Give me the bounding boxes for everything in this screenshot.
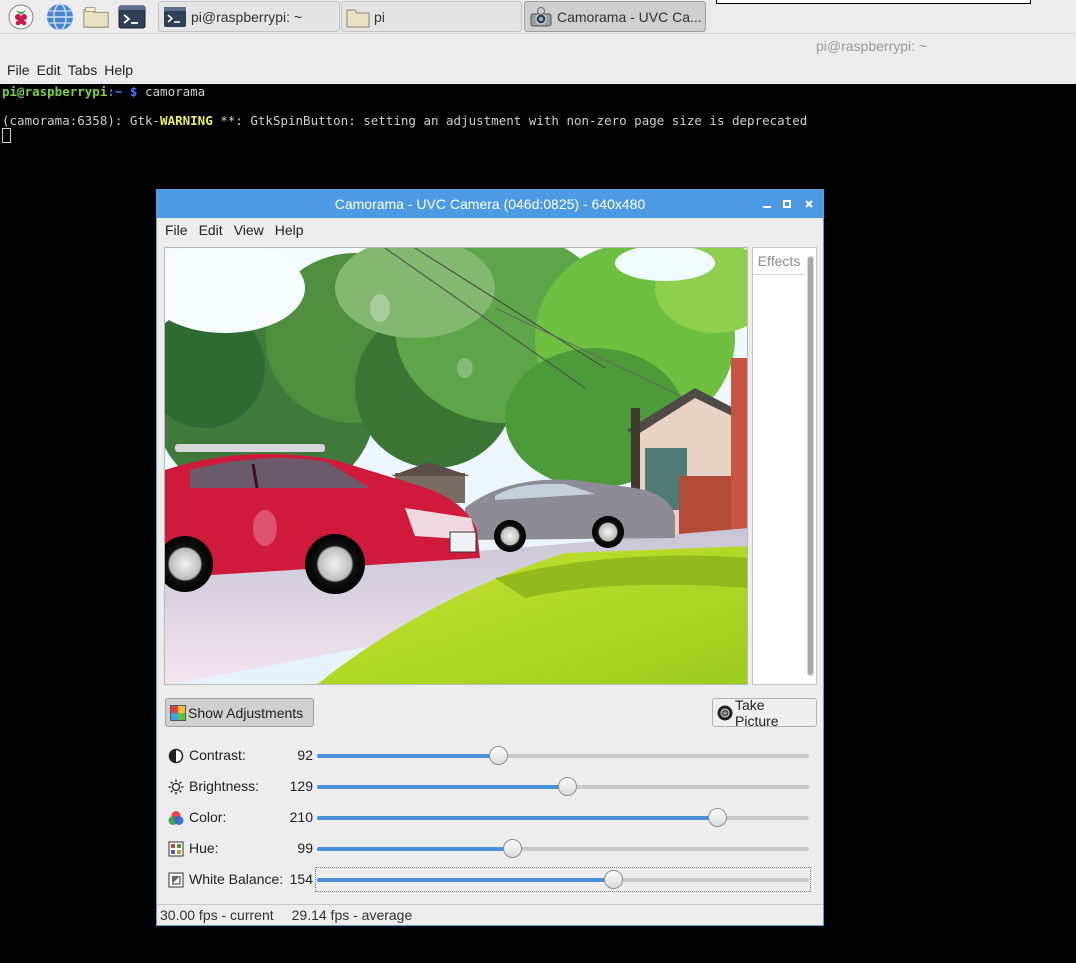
contrast-slider[interactable] [317, 746, 809, 765]
white-balance-slider-knob[interactable] [604, 870, 623, 889]
maximize-icon[interactable] [777, 190, 797, 218]
color-wheel-icon [168, 811, 184, 825]
contrast-icon [168, 748, 184, 764]
fps-average: 29.14 fps - average [291, 907, 413, 923]
warning-message: **: GtkSpinButton: setting an adjustment… [212, 113, 808, 128]
take-picture-button[interactable]: Take Picture [712, 696, 817, 729]
brightness-label: Brightness: [189, 778, 260, 794]
white-balance-icon [168, 872, 184, 888]
white-balance-slider[interactable] [317, 870, 809, 889]
contrast-value: 92 [297, 747, 313, 763]
adjustments-icon [170, 704, 186, 721]
task-file-manager[interactable]: pi [341, 1, 522, 32]
camorama-menubar: File Edit View Help [157, 218, 823, 242]
warning-prefix: (camorama:6358): Gtk- [2, 113, 161, 128]
show-adjustments-label: Show Adjustments [188, 704, 304, 721]
white-balance-label: White Balance: [189, 871, 284, 887]
hue-label: Hue: [189, 840, 219, 856]
web-browser-icon[interactable] [46, 3, 74, 31]
camera-preview [164, 247, 748, 685]
brightness-icon [168, 779, 184, 795]
task-label: pi [374, 8, 385, 25]
hue-value: 99 [297, 840, 313, 856]
effects-scrollbar-thumb[interactable] [808, 257, 813, 675]
camera-frame-image [165, 248, 747, 684]
menu-edit[interactable]: Edit [191, 222, 226, 238]
raspberry-menu-icon[interactable] [7, 3, 35, 31]
terminal-warning-line: (camorama:6358): Gtk-WARNING **: GtkSpin… [2, 113, 807, 128]
hue-slider-fill [317, 847, 512, 851]
hue-slider-knob[interactable] [503, 839, 522, 858]
brightness-value: 129 [289, 778, 313, 794]
window-titlebar[interactable]: Camorama - UVC Camera (046d:0825) - 640x… [157, 190, 823, 218]
white-balance-row: White Balance: 154 [157, 867, 823, 893]
color-label: Color: [189, 809, 227, 825]
close-icon[interactable] [799, 190, 819, 218]
brightness-row: Brightness: 129 [157, 774, 823, 800]
taskbar: pi@raspberrypi: ~ pi Camorama - UVC Ca..… [0, 0, 1076, 34]
prompt-user: pi@raspberrypi [2, 84, 108, 99]
panel-tooltip [716, 0, 1031, 4]
file-manager-icon[interactable] [82, 3, 110, 31]
minimize-icon[interactable] [757, 190, 777, 218]
camera-shutter-icon [717, 705, 733, 720]
effects-list[interactable]: Effects [752, 247, 817, 685]
task-label: Camorama - UVC Ca... [557, 8, 702, 25]
terminal-icon [164, 6, 186, 27]
effects-scrollbar[interactable] [807, 256, 814, 676]
camorama-window: Camorama - UVC Camera (046d:0825) - 640x… [156, 189, 824, 926]
terminal-menu-help[interactable]: Help [101, 62, 137, 82]
terminal-menu-file[interactable]: File [0, 62, 34, 82]
contrast-label: Contrast: [189, 747, 246, 763]
effects-header: Effects [753, 248, 805, 275]
task-camorama[interactable]: Camorama - UVC Ca... [524, 1, 706, 32]
take-picture-label: Take Picture [735, 696, 779, 729]
menu-view[interactable]: View [226, 222, 267, 238]
color-row: Color: 210 [157, 805, 823, 831]
terminal-menubar: File Edit Tabs Help [0, 62, 137, 82]
show-adjustments-button[interactable]: Show Adjustments [165, 698, 314, 727]
task-terminal[interactable]: pi@raspberrypi: ~ [158, 1, 340, 32]
color-slider-knob[interactable] [708, 808, 727, 827]
hue-icon [168, 841, 184, 857]
folder-icon [346, 9, 370, 27]
terminal-prompt-line: pi@raspberrypi:~ $ camorama [2, 84, 205, 99]
contrast-slider-fill [317, 754, 498, 758]
status-bar: 30.00 fps - current 29.14 fps - average [157, 904, 823, 925]
terminal-launcher-icon[interactable] [118, 3, 146, 31]
brightness-slider-knob[interactable] [558, 777, 577, 796]
brightness-slider-fill [317, 785, 567, 789]
hue-row: Hue: 99 [157, 836, 823, 862]
terminal-menu-tabs[interactable]: Tabs [65, 62, 102, 82]
prompt-command: camorama [137, 84, 206, 99]
menu-help[interactable]: Help [267, 222, 307, 238]
prompt-path: :~ $ [107, 84, 138, 99]
hue-slider[interactable] [317, 839, 809, 858]
color-slider[interactable] [317, 808, 809, 827]
white-balance-value: 154 [289, 871, 313, 887]
terminal-cursor [2, 128, 11, 143]
color-slider-fill [317, 816, 717, 820]
menu-file[interactable]: File [157, 222, 191, 238]
window-title: Camorama - UVC Camera (046d:0825) - 640x… [334, 196, 646, 212]
camera-app-icon [530, 6, 552, 26]
color-value: 210 [289, 809, 313, 825]
terminal-menu-edit[interactable]: Edit [34, 62, 65, 82]
white-balance-slider-fill [317, 878, 613, 882]
contrast-slider-knob[interactable] [489, 746, 508, 765]
terminal-title: pi@raspberrypi: ~ [816, 38, 928, 54]
fps-current: 30.00 fps - current [160, 907, 274, 923]
warning-word: WARNING [160, 113, 213, 128]
task-label: pi@raspberrypi: ~ [191, 8, 303, 25]
brightness-slider[interactable] [317, 777, 809, 796]
contrast-row: Contrast: 92 [157, 743, 823, 769]
